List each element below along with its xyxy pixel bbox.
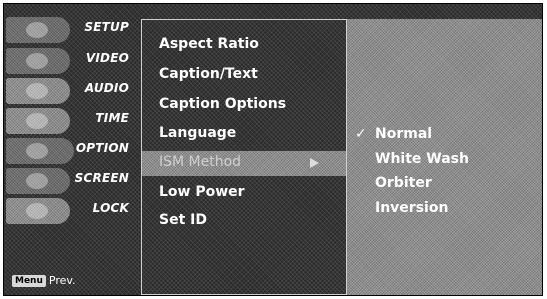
submenu-arrow-icon (310, 158, 319, 168)
options-panel: ✓ Normal White Wash Orbiter Inversion (347, 19, 542, 295)
category-label: VIDEO (85, 51, 129, 65)
category-time[interactable]: TIME (4, 107, 137, 134)
menu-item-set-id[interactable]: Set ID (159, 212, 207, 228)
menu-item-caption-options[interactable]: Caption Options (159, 96, 286, 112)
menu-item-caption-text[interactable]: Caption/Text (159, 66, 258, 82)
audio-thumbnail-icon (6, 78, 70, 104)
category-sidebar: SETUP VIDEO AUDIO TIME OPTION SCREEN LOC… (4, 4, 137, 295)
menu-item-low-power[interactable]: Low Power (159, 184, 245, 200)
setup-thumb-mark (26, 22, 48, 38)
menu-item-aspect-ratio[interactable]: Aspect Ratio (159, 36, 259, 52)
category-label: SETUP (84, 20, 129, 34)
tv-menu-screen: SETUP VIDEO AUDIO TIME OPTION SCREEN LOC… (0, 0, 547, 299)
category-label: SCREEN (74, 171, 129, 185)
video-thumbnail-icon (6, 48, 70, 74)
screen-thumb-mark (26, 173, 48, 189)
category-screen[interactable]: SCREEN (4, 167, 137, 194)
category-label: TIME (95, 111, 129, 125)
lock-thumb-mark (26, 203, 48, 219)
menu-item-language[interactable]: Language (159, 125, 236, 141)
option-orbiter[interactable]: Orbiter (375, 175, 432, 191)
option-normal[interactable]: Normal (375, 126, 432, 142)
check-icon: ✓ (355, 126, 367, 142)
option-inversion[interactable]: Inversion (375, 200, 448, 216)
option-thumb-mark (26, 143, 48, 159)
menu-key-icon: Menu (12, 274, 46, 287)
menu-frame: SETUP VIDEO AUDIO TIME OPTION SCREEN LOC… (3, 3, 543, 296)
category-label: OPTION (75, 141, 129, 155)
option-thumbnail-icon (6, 138, 74, 164)
prev-label: Prev. (48, 274, 76, 287)
audio-thumb-mark (26, 83, 48, 99)
screen-thumbnail-icon (6, 168, 70, 194)
menu-item-ism-method[interactable]: ISM Method (159, 154, 241, 170)
time-thumbnail-icon (6, 108, 70, 134)
lock-thumbnail-icon (6, 198, 70, 224)
submenu-panel: Aspect Ratio Caption/Text Caption Option… (141, 19, 347, 295)
category-video[interactable]: VIDEO (4, 47, 137, 74)
setup-thumbnail-icon (6, 17, 70, 43)
category-label: LOCK (92, 201, 129, 215)
video-thumb-mark (26, 53, 48, 69)
footer-hint: Menu Prev. (12, 270, 76, 287)
category-option[interactable]: OPTION (4, 137, 137, 164)
category-setup[interactable]: SETUP (4, 16, 137, 43)
category-lock[interactable]: LOCK (4, 197, 137, 224)
category-audio[interactable]: AUDIO (4, 77, 137, 104)
category-label: AUDIO (84, 81, 129, 95)
time-thumb-mark (26, 113, 48, 129)
option-white-wash[interactable]: White Wash (375, 151, 469, 167)
